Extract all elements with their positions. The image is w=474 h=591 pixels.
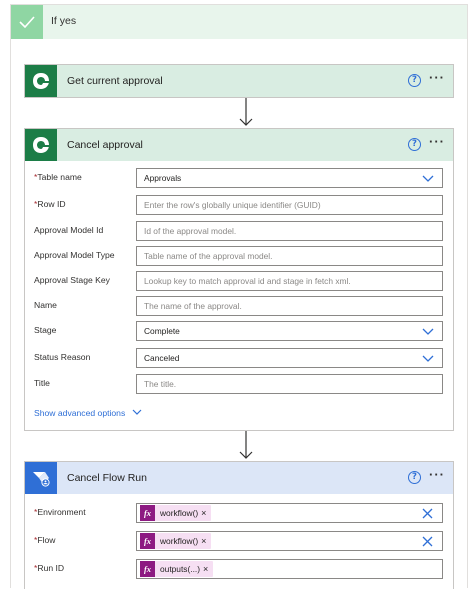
field-label: Title (34, 378, 50, 388)
expression-token[interactable]: fx outputs(...) × (140, 560, 214, 578)
connector-arrow-icon (239, 98, 253, 126)
field-name: Name The name of the approval. (34, 296, 444, 316)
field-flow: *Flow fx workflow() × (34, 531, 444, 551)
show-advanced-options-link[interactable]: Show advanced options (34, 408, 142, 418)
help-icon[interactable]: ? (408, 74, 421, 87)
more-options-icon[interactable]: ··· (429, 468, 445, 481)
get-current-approval-card[interactable]: Get current approval ? ··· (24, 64, 454, 98)
environment-input[interactable]: fx workflow() × (136, 503, 443, 523)
field-row-id: *Row ID Enter the row's globally unique … (34, 195, 444, 215)
remove-token-icon[interactable]: × (203, 560, 213, 578)
chevron-down-icon (422, 175, 434, 182)
help-icon[interactable]: ? (408, 138, 421, 151)
chevron-down-icon (422, 328, 434, 335)
token-text: workflow() (160, 508, 199, 518)
branch-container: If yes Get current approval ? ··· Cancel… (10, 4, 468, 589)
if-yes-label: If yes (51, 15, 77, 27)
field-stage: Stage Complete (34, 321, 444, 341)
token-text: outputs(...) (160, 564, 201, 574)
field-label: *Table name (34, 172, 82, 182)
cancel-flow-run-card: Cancel Flow Run ? ··· *Environment fx wo… (24, 461, 454, 589)
approval-model-id-input[interactable]: Id of the approval model. (136, 221, 443, 241)
card-title: Cancel Flow Run (67, 472, 147, 484)
card-title: Cancel approval (67, 139, 143, 151)
help-icon[interactable]: ? (408, 471, 421, 484)
field-label: *Run ID (34, 563, 65, 573)
fx-icon: fx (140, 561, 155, 577)
row-id-input[interactable]: Enter the row's globally unique identifi… (136, 195, 443, 215)
fx-icon: fx (140, 533, 155, 549)
field-label: Status Reason (34, 352, 91, 362)
checkmark-icon (11, 5, 43, 39)
field-table-name: *Table name Approvals (34, 168, 444, 188)
card-header[interactable]: Cancel Flow Run ? ··· (25, 462, 453, 494)
field-status-reason: Status Reason Canceled (34, 348, 444, 368)
field-label: *Row ID (34, 199, 66, 209)
dataverse-icon (25, 65, 57, 97)
run-id-input[interactable]: fx outputs(...) × (136, 559, 443, 579)
close-icon[interactable] (422, 508, 433, 519)
approval-model-type-input[interactable]: Table name of the approval model. (136, 246, 443, 266)
power-automate-icon (25, 462, 57, 494)
if-yes-header[interactable]: If yes (11, 5, 467, 39)
expression-token[interactable]: fx workflow() × (140, 532, 212, 550)
cancel-approval-card: Cancel approval ? ··· *Table name Approv… (24, 128, 454, 431)
remove-token-icon[interactable]: × (201, 532, 211, 550)
more-options-icon[interactable]: ··· (429, 71, 445, 84)
remove-token-icon[interactable]: × (201, 504, 211, 522)
name-input[interactable]: The name of the approval. (136, 296, 443, 316)
fx-icon: fx (140, 505, 155, 521)
connector-arrow-icon (239, 431, 253, 459)
field-label: Approval Stage Key (34, 275, 110, 285)
card-title: Get current approval (67, 75, 163, 87)
field-approval-model-type: Approval Model Type Table name of the ap… (34, 246, 444, 266)
table-name-dropdown[interactable]: Approvals (136, 168, 443, 188)
expression-token[interactable]: fx workflow() × (140, 504, 212, 522)
stage-dropdown[interactable]: Complete (136, 321, 443, 341)
field-run-id: *Run ID fx outputs(...) × (34, 559, 444, 579)
field-label: Approval Model Type (34, 250, 115, 260)
card-header[interactable]: Cancel approval ? ··· (25, 129, 453, 161)
field-label: *Flow (34, 535, 56, 545)
token-text: workflow() (160, 536, 199, 546)
approval-stage-key-input[interactable]: Lookup key to match approval id and stag… (136, 271, 443, 291)
status-reason-dropdown[interactable]: Canceled (136, 348, 443, 368)
title-input[interactable]: The title. (136, 374, 443, 394)
field-title: Title The title. (34, 374, 444, 394)
field-approval-model-id: Approval Model Id Id of the approval mod… (34, 221, 444, 241)
field-label: Name (34, 300, 57, 310)
field-label: Approval Model Id (34, 225, 104, 235)
card-header[interactable]: Get current approval ? ··· (25, 65, 453, 97)
field-label: Stage (34, 325, 57, 335)
field-approval-stage-key: Approval Stage Key Lookup key to match a… (34, 271, 444, 291)
dataverse-icon (25, 129, 57, 161)
chevron-down-icon (132, 409, 142, 415)
more-options-icon[interactable]: ··· (429, 135, 445, 148)
close-icon[interactable] (422, 536, 433, 547)
field-environment: *Environment fx workflow() × (34, 503, 444, 523)
chevron-down-icon (422, 355, 434, 362)
field-label: *Environment (34, 507, 86, 517)
flow-input[interactable]: fx workflow() × (136, 531, 443, 551)
